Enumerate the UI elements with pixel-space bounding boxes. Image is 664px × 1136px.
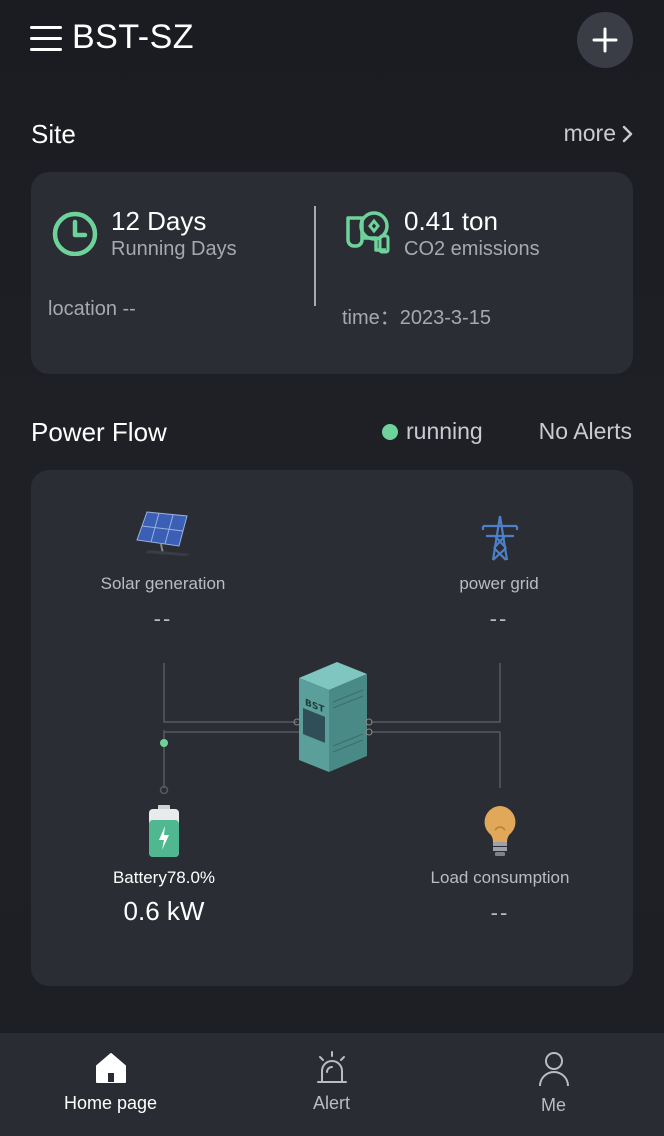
load-value: -- bbox=[490, 900, 510, 925]
running-days-label: Running Days bbox=[111, 238, 237, 260]
inverter-icon[interactable]: BST bbox=[293, 660, 373, 774]
power-flow-card: Solar generation -- power grid -- BST Ba… bbox=[31, 470, 633, 986]
bottom-nav-bar: Home page Alert Me bbox=[0, 1033, 664, 1136]
add-button[interactable] bbox=[577, 12, 633, 68]
load-label: Load consumption bbox=[430, 868, 570, 887]
alerts-status[interactable]: No Alerts bbox=[539, 418, 632, 445]
site-install-time: time：2023-3-15 bbox=[342, 307, 491, 329]
running-status: running bbox=[382, 418, 483, 445]
battery-power-value: 0.6 kW bbox=[123, 896, 205, 926]
more-link[interactable]: more bbox=[564, 120, 634, 147]
power-grid-tower-icon[interactable] bbox=[479, 514, 521, 562]
co2-value: 0.41 ton bbox=[404, 206, 498, 236]
solar-panel-icon[interactable] bbox=[135, 508, 195, 556]
site-location: location -- bbox=[48, 298, 136, 320]
clock-icon bbox=[52, 211, 98, 256]
nav-home[interactable]: Home page bbox=[0, 1033, 221, 1136]
site-section-title: Site bbox=[31, 119, 76, 149]
app-screen: BST-SZ Site more 12 Days Running Days 0.… bbox=[0, 0, 664, 1136]
chevron-right-icon bbox=[622, 125, 633, 142]
solar-value: -- bbox=[153, 606, 173, 631]
grid-value: -- bbox=[489, 606, 509, 631]
alarm-icon bbox=[316, 1051, 347, 1083]
power-flow-section-title: Power Flow bbox=[31, 417, 167, 447]
running-days-value: 12 Days bbox=[111, 206, 207, 236]
menu-icon[interactable] bbox=[30, 26, 62, 52]
nav-home-label: Home page bbox=[63, 1093, 158, 1113]
grid-label: power grid bbox=[459, 574, 539, 593]
nav-alert[interactable]: Alert bbox=[221, 1033, 442, 1136]
running-days-stat: 12 Days Running Days bbox=[51, 206, 237, 262]
co2-emission-icon bbox=[346, 211, 390, 254]
site-card-divider bbox=[314, 206, 316, 306]
solar-label: Solar generation bbox=[100, 574, 226, 593]
battery-label: Battery78.0% bbox=[112, 868, 216, 887]
status-dot-icon bbox=[382, 423, 398, 440]
home-icon bbox=[95, 1053, 126, 1083]
site-title: BST-SZ bbox=[72, 18, 195, 56]
running-status-label: running bbox=[406, 418, 483, 444]
nav-me-label: Me bbox=[540, 1095, 566, 1115]
user-icon bbox=[538, 1052, 569, 1087]
nav-me[interactable]: Me bbox=[443, 1033, 664, 1136]
top-bar: BST-SZ bbox=[0, 0, 664, 80]
plus-icon bbox=[592, 27, 618, 53]
light-bulb-icon[interactable] bbox=[481, 804, 519, 858]
site-summary-card: 12 Days Running Days 0.41 ton CO2 emissi… bbox=[31, 172, 633, 374]
battery-icon[interactable] bbox=[147, 804, 181, 858]
co2-label: CO2 emissions bbox=[404, 238, 540, 260]
nav-alert-label: Alert bbox=[312, 1093, 350, 1113]
battery-flow-dot bbox=[160, 739, 168, 747]
co2-stat: 0.41 ton CO2 emissions bbox=[344, 206, 540, 262]
more-link-label: more bbox=[563, 120, 616, 146]
